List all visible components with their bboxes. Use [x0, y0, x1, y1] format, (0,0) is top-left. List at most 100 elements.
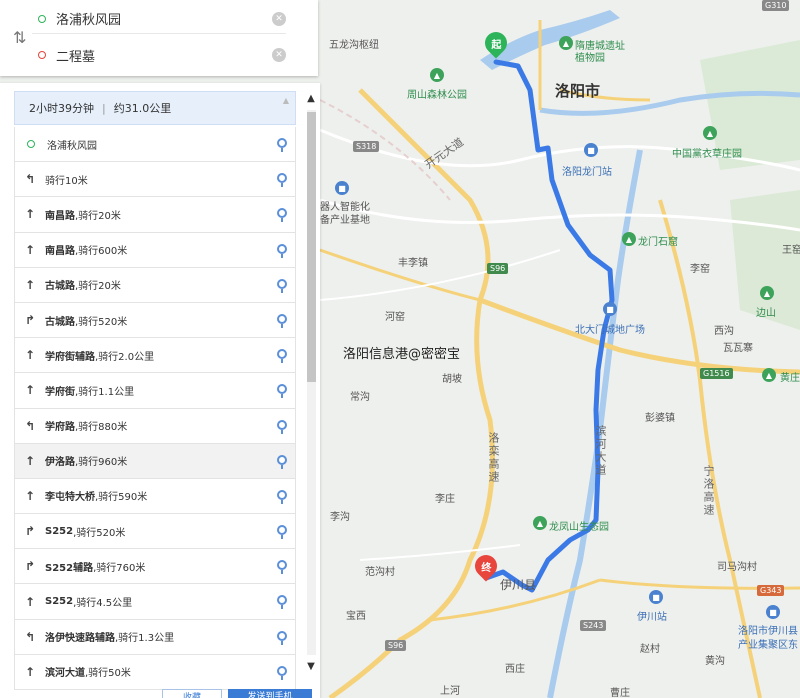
route-summary[interactable]: 2小时39分钟 | 约31.0公里 ▲	[14, 91, 296, 125]
scroll-thumb[interactable]	[307, 112, 316, 382]
bottom-actions: 收藏 发送到手机	[160, 689, 320, 698]
route-step[interactable]: ↑ 伊洛路 ,骑行960米	[14, 443, 296, 479]
step-text: ,骑行760米	[93, 562, 146, 574]
map-label: 常沟	[350, 392, 370, 403]
map-label: 黄庄	[780, 373, 800, 384]
map-label: 赵村	[640, 644, 660, 655]
send-to-phone-button[interactable]: 发送到手机	[228, 689, 312, 698]
route-step[interactable]: ↰ 洛伊快速路辅路 ,骑行1.3公里	[14, 619, 296, 655]
locate-pin-icon[interactable]	[277, 173, 287, 188]
step-road-name: 学府街辅路	[45, 351, 95, 363]
map-road-label: 宁洛高速	[702, 465, 715, 517]
route-panel: 2小时39分钟 | 约31.0公里 ▲ 洛浦秋风园 ↰ 骑行10米 ↑ 南昌路 ,骑行20…	[0, 83, 320, 698]
map-label: 中国黨衣草庄园	[672, 149, 742, 160]
step-text: ,骑行1.3公里	[115, 633, 175, 645]
scrollbar[interactable]: ▲ ▼	[304, 92, 318, 674]
turn-right-icon: ↱	[25, 313, 36, 328]
map-label: 北大门城地广场	[575, 325, 645, 336]
scroll-down-icon[interactable]: ▼	[304, 660, 318, 674]
route-step[interactable]: ↑ 南昌路 ,骑行20米	[14, 197, 296, 233]
locate-pin-icon[interactable]	[277, 630, 287, 645]
origin-text[interactable]: 洛浦秋风园	[56, 9, 272, 28]
map-label: 宝西	[346, 611, 366, 622]
step-text: ,骑行960米	[75, 457, 128, 469]
locate-pin-icon[interactable]	[277, 454, 287, 469]
step-text: ,骑行20米	[75, 210, 121, 222]
map-label: 周山森林公园	[407, 90, 467, 101]
locate-pin-icon[interactable]	[277, 349, 287, 364]
map-label: 西庄	[505, 664, 525, 675]
station-icon: ■	[584, 143, 598, 157]
scroll-up-icon[interactable]: ▲	[304, 92, 318, 106]
locate-pin-icon[interactable]	[277, 419, 287, 434]
map-label: 边山	[756, 308, 776, 319]
route-step[interactable]: ↱ S252辅路 ,骑行760米	[14, 549, 296, 585]
step-text: ,骑行520米	[75, 316, 128, 328]
locate-pin-icon[interactable]	[277, 560, 287, 575]
park-icon: ▲	[559, 36, 573, 50]
map-label: 河窑	[385, 312, 405, 323]
route-step[interactable]: ↑ 南昌路 ,骑行600米	[14, 232, 296, 268]
locate-pin-icon[interactable]	[277, 665, 287, 680]
route-step[interactable]: ↱ 古城路 ,骑行520米	[14, 302, 296, 339]
locate-pin-icon[interactable]	[277, 138, 287, 152]
route-step[interactable]: ↑ 李屯特大桥 ,骑行590米	[14, 478, 296, 515]
straight-icon: ↑	[25, 242, 36, 257]
step-text: ,骑行2.0公里	[95, 351, 155, 363]
map-label: 龙门石窟	[638, 237, 678, 248]
bear-right-icon: ↱	[25, 559, 36, 574]
road-shield: S318	[353, 141, 380, 152]
route-step[interactable]: ↑ S252 ,骑行4.5公里	[14, 584, 296, 620]
origin-field[interactable]: 洛浦秋风园 ✕	[32, 4, 286, 34]
route-step[interactable]: ↑ 学府街 ,骑行1.1公里	[14, 373, 296, 409]
map-label: 备产业基地	[320, 215, 370, 226]
clear-icon[interactable]: ✕	[272, 11, 286, 26]
destination-text[interactable]: 二程墓	[56, 46, 272, 65]
step-road-name: S252	[45, 596, 74, 608]
destination-field[interactable]: 二程墓 ✕	[32, 40, 286, 70]
step-road-name: 洛伊快速路辅路	[45, 633, 115, 645]
locate-pin-icon[interactable]	[277, 489, 287, 504]
route-step[interactable]: ↱ S252 ,骑行520米	[14, 514, 296, 550]
mountain-icon: ▲	[760, 286, 774, 300]
road-shield: S96	[385, 640, 407, 651]
watermark-text: 洛阳信息港@密密宝	[343, 347, 461, 362]
route-step[interactable]: ↰ 骑行10米	[14, 162, 296, 198]
map-road-label: 洛栾高速	[487, 432, 500, 484]
step-road-name: 滨河大道	[45, 668, 85, 680]
locate-pin-icon[interactable]	[277, 208, 287, 223]
map-label: 胡坡	[442, 374, 462, 385]
locate-pin-icon[interactable]	[277, 278, 287, 293]
locate-pin-icon[interactable]	[277, 384, 287, 399]
collect-button[interactable]: 收藏	[162, 689, 222, 698]
park-icon: ▲	[703, 126, 717, 140]
keep-left-icon: ↰	[25, 418, 36, 433]
map-label: 瓦瓦寨	[723, 343, 753, 354]
route-step[interactable]: 洛浦秋风园	[14, 127, 296, 163]
route-search-box: ⇅ 洛浦秋风园 ✕ 二程墓 ✕	[0, 0, 318, 76]
building-icon: ■	[335, 181, 349, 195]
route-step[interactable]: ↑ 学府街辅路 ,骑行2.0公里	[14, 338, 296, 374]
map-label: 洛阳龙门站	[562, 167, 612, 178]
clear-icon[interactable]: ✕	[272, 48, 286, 62]
locate-pin-icon[interactable]	[277, 595, 287, 610]
map-label: 五龙沟枢纽	[329, 40, 379, 51]
route-step[interactable]: ↑ 滨河大道 ,骑行50米	[14, 654, 296, 690]
collapse-icon[interactable]: ▲	[283, 96, 289, 105]
route-step[interactable]: ↑ 古城路 ,骑行20米	[14, 267, 296, 303]
map-city-label: 洛阳市	[555, 82, 601, 100]
step-road-name: 伊洛路	[45, 457, 75, 469]
locate-pin-icon[interactable]	[277, 525, 287, 540]
step-road-name: 古城路	[45, 281, 75, 293]
step-road-name: 学府路	[45, 422, 75, 434]
swap-icon[interactable]: ⇅	[13, 28, 26, 47]
map-label: 曹庄	[610, 688, 630, 698]
origin-dot-icon	[27, 140, 35, 149]
map-label: 李沟	[330, 512, 350, 523]
locate-pin-icon[interactable]	[277, 243, 287, 258]
route-step[interactable]: ↰ 学府路 ,骑行880米	[14, 408, 296, 444]
building-icon: ■	[766, 605, 780, 619]
locate-pin-icon[interactable]	[277, 313, 287, 328]
step-road-name: 南昌路	[45, 246, 75, 258]
map-label: 司马沟村	[717, 562, 757, 573]
